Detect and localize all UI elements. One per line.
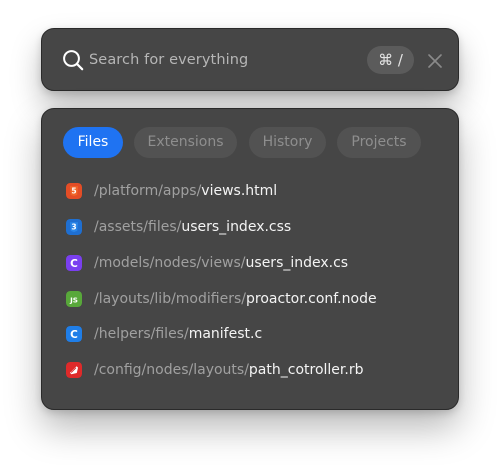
css3-icon: 3: [66, 219, 82, 235]
list-item[interactable]: C /helpers/files/manifest.c: [66, 320, 446, 348]
result-directory: /platform/apps/: [94, 183, 202, 199]
ruby-icon: [66, 362, 82, 378]
close-icon[interactable]: [428, 53, 442, 68]
results-panel: Files Extensions History Projects 5 /pla…: [41, 108, 459, 410]
tab-files[interactable]: Files: [63, 127, 123, 158]
result-directory: /models/nodes/views/: [94, 255, 246, 271]
result-filename: path_cotroller.rb: [248, 362, 364, 378]
list-item[interactable]: 3 /assets/files/users_index.css: [66, 213, 446, 241]
search-input[interactable]: [89, 46, 359, 74]
result-filename: views.html: [201, 183, 278, 199]
nodejs-icon: JS: [66, 291, 82, 307]
list-item[interactable]: JS /layouts/lib/modifiers/proactor.conf.…: [66, 285, 446, 313]
result-filename: proactor.conf.node: [245, 291, 377, 307]
result-directory: /layouts/lib/modifiers/: [94, 291, 246, 307]
result-filename: manifest.c: [188, 326, 263, 342]
csharp-icon: C: [66, 255, 82, 271]
svg-text:3: 3: [71, 223, 76, 232]
search-bar: ⌘ /: [41, 28, 459, 91]
tab-history[interactable]: History: [249, 127, 326, 158]
result-filename: users_index.css: [181, 219, 292, 235]
result-directory: /helpers/files/: [94, 326, 189, 342]
svg-text:C: C: [70, 329, 78, 341]
list-item[interactable]: C /models/nodes/views/users_index.cs: [66, 249, 446, 277]
keyboard-shortcut-badge: ⌘ /: [367, 46, 414, 74]
list-item[interactable]: /config/nodes/layouts/path_cotroller.rb: [66, 356, 446, 384]
c-icon: C: [66, 326, 82, 342]
tab-projects[interactable]: Projects: [337, 127, 421, 158]
svg-text:5: 5: [71, 187, 76, 196]
html5-icon: 5: [66, 183, 82, 199]
list-item[interactable]: 5 /platform/apps/views.html: [66, 177, 446, 205]
result-directory: /assets/files/: [94, 219, 182, 235]
result-filename: users_index.cs: [245, 255, 349, 271]
svg-text:C: C: [70, 258, 78, 270]
search-icon: [62, 49, 84, 71]
tab-extensions[interactable]: Extensions: [134, 127, 237, 158]
result-directory: /config/nodes/layouts/: [94, 362, 249, 378]
svg-text:JS: JS: [69, 295, 78, 304]
